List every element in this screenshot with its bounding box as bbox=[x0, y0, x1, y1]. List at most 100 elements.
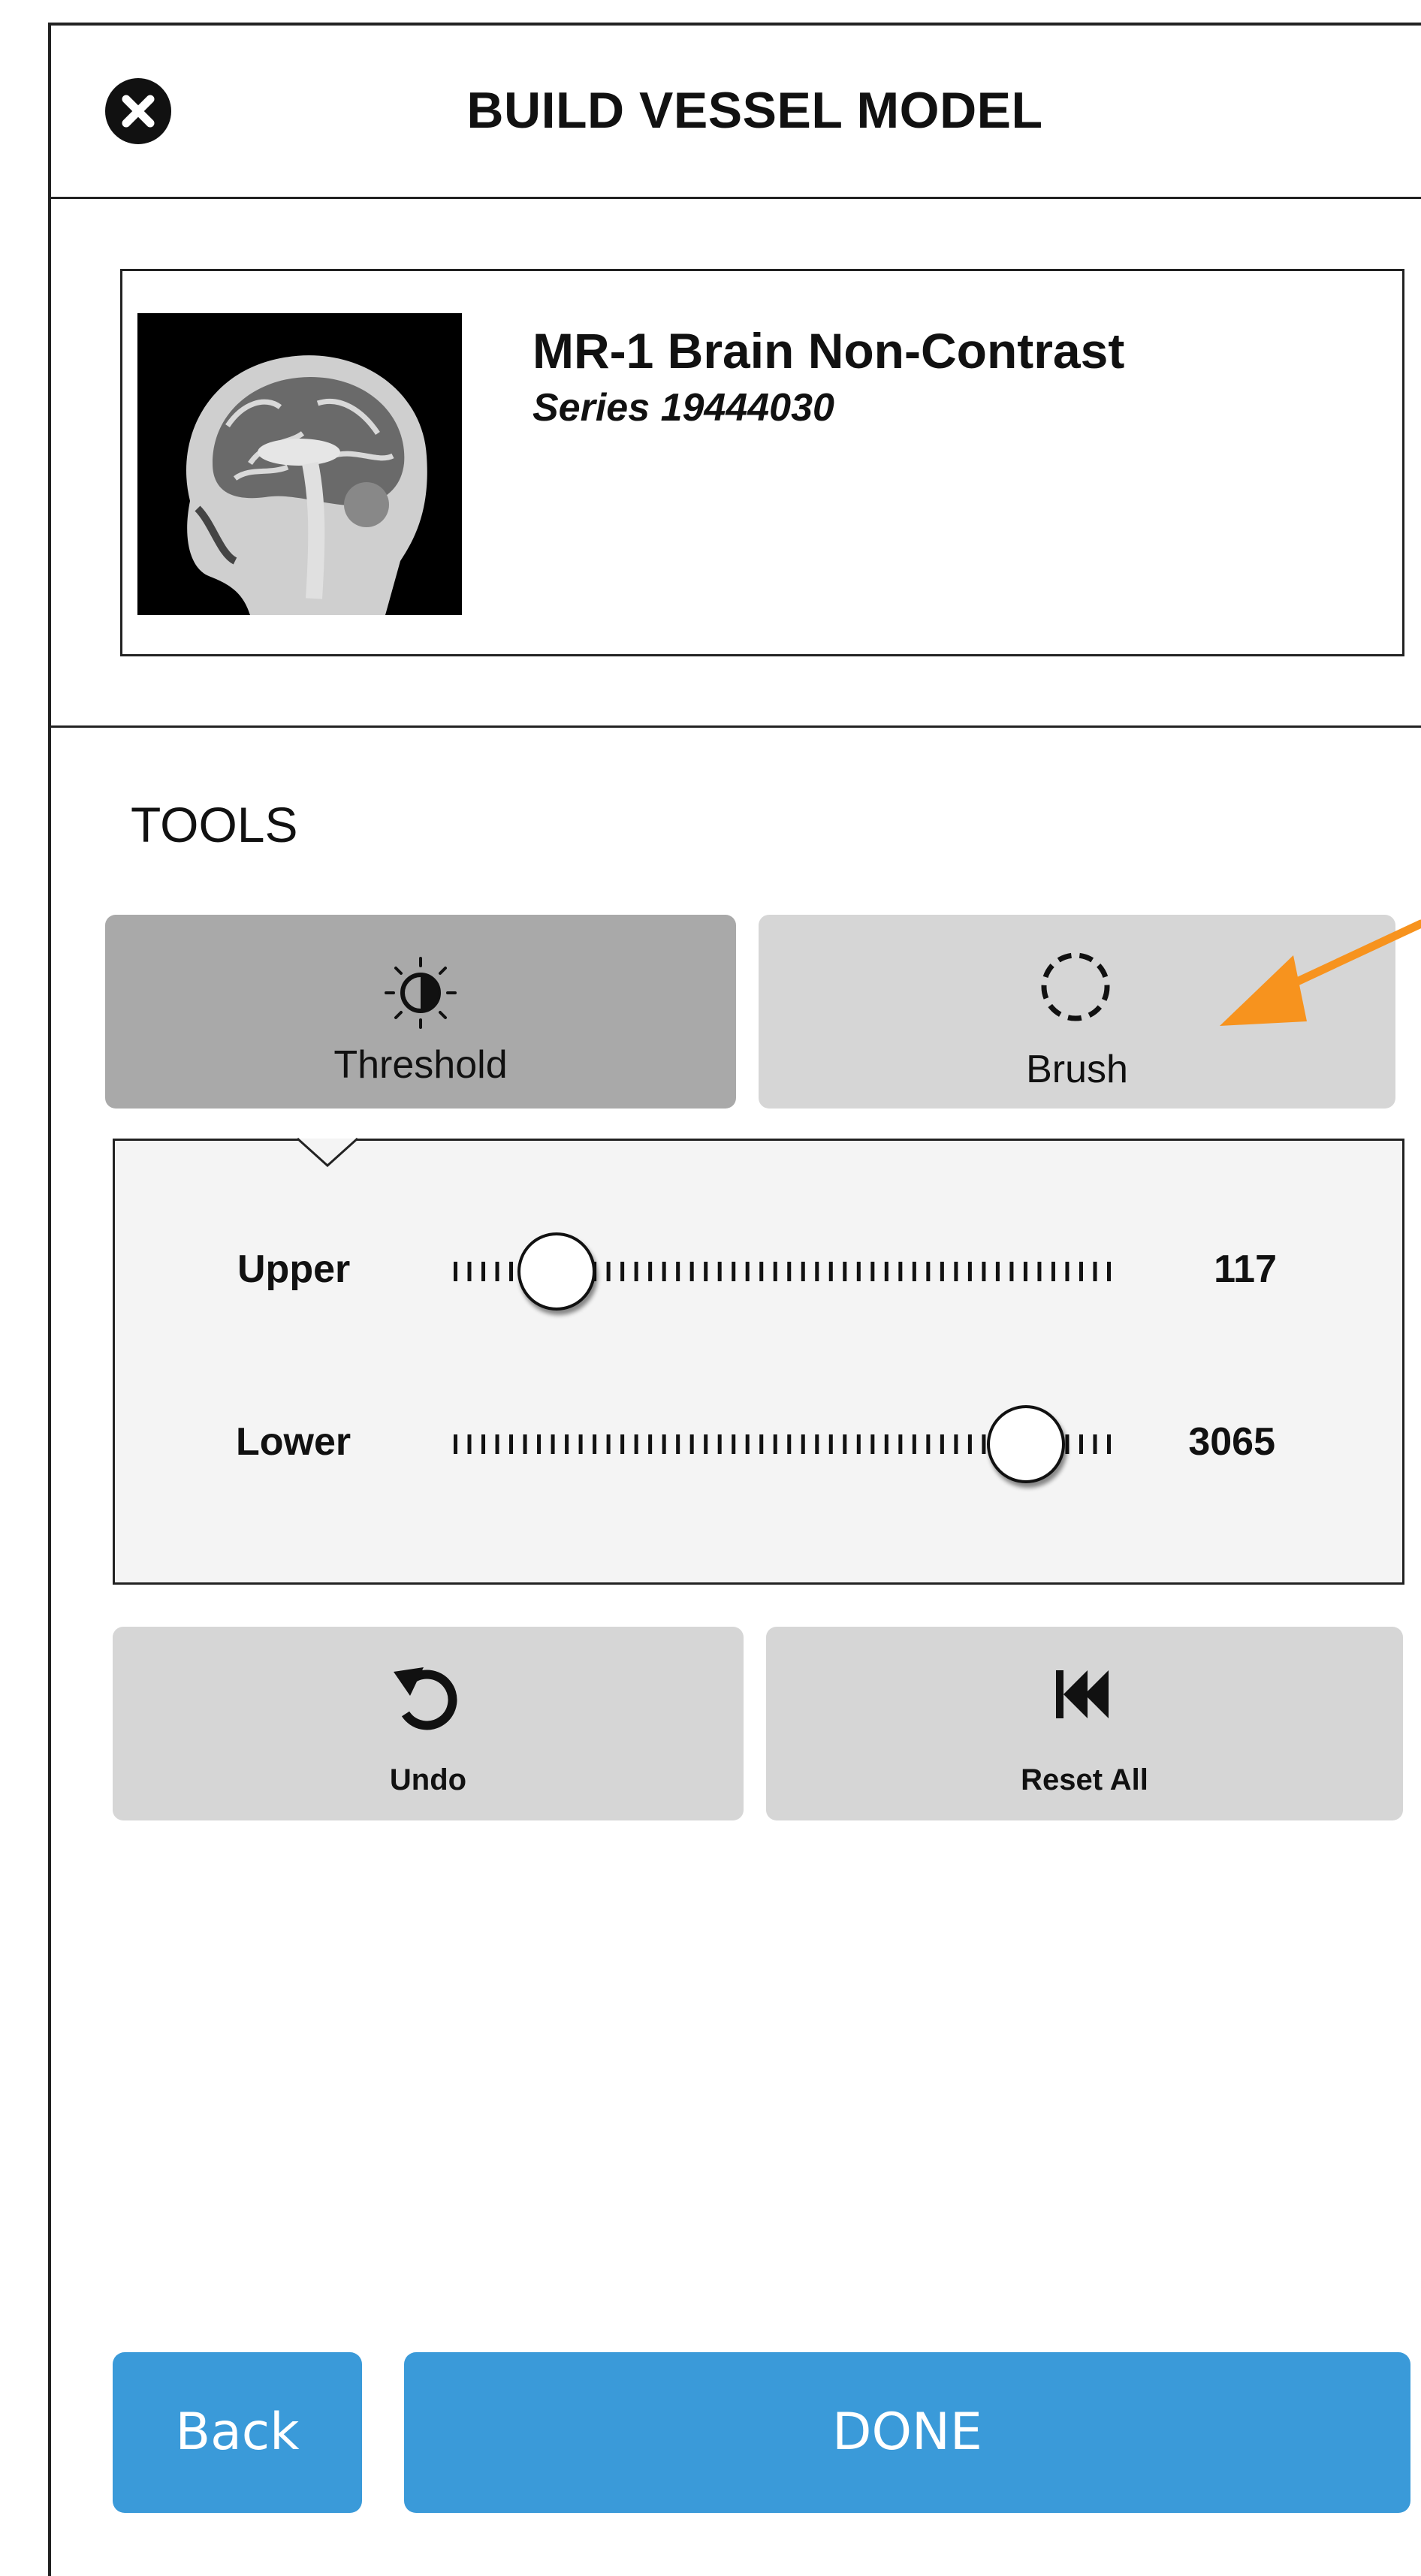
study-title: MR-1 Brain Non-Contrast bbox=[532, 323, 1125, 379]
slider-tick bbox=[926, 1434, 931, 1454]
slider-tick bbox=[1093, 1434, 1097, 1454]
slider-tick bbox=[606, 1262, 611, 1281]
upper-slider-knob[interactable] bbox=[517, 1232, 596, 1311]
slider-tick bbox=[1065, 1434, 1070, 1454]
slider-tick bbox=[967, 1434, 972, 1454]
slider-tick bbox=[509, 1262, 514, 1281]
slider-tick bbox=[481, 1434, 486, 1454]
slider-tick bbox=[717, 1434, 722, 1454]
slider-tick bbox=[689, 1434, 694, 1454]
slider-tick bbox=[926, 1262, 931, 1281]
slider-tick bbox=[620, 1434, 625, 1454]
slider-tick bbox=[982, 1434, 986, 1454]
slider-tick bbox=[1093, 1262, 1097, 1281]
upper-label: Upper bbox=[237, 1247, 351, 1291]
slider-tick bbox=[954, 1262, 958, 1281]
undo-icon bbox=[394, 1667, 457, 1730]
lower-slider-knob[interactable] bbox=[986, 1405, 1065, 1483]
slider-tick bbox=[1107, 1434, 1111, 1454]
slider-tick bbox=[1037, 1262, 1042, 1281]
tools-section-label: TOOLS bbox=[131, 797, 298, 852]
slider-tick bbox=[787, 1262, 792, 1281]
slider-tick bbox=[732, 1262, 736, 1281]
slider-tick bbox=[606, 1434, 611, 1454]
threshold-panel bbox=[113, 1139, 1404, 1585]
slider-tick bbox=[912, 1262, 916, 1281]
dashed-circle-icon bbox=[1041, 952, 1110, 1021]
lower-value: 3065 bbox=[1188, 1420, 1275, 1464]
contrast-icon bbox=[385, 957, 457, 1029]
slider-tick bbox=[982, 1262, 986, 1281]
slider-tick bbox=[954, 1434, 958, 1454]
slider-tick bbox=[662, 1262, 666, 1281]
slider-tick bbox=[898, 1434, 903, 1454]
slider-tick bbox=[843, 1262, 847, 1281]
slider-tick bbox=[870, 1434, 875, 1454]
slider-tick bbox=[870, 1262, 875, 1281]
page-title: BUILD VESSEL MODEL bbox=[466, 82, 1043, 139]
slider-tick bbox=[1107, 1262, 1111, 1281]
slider-tick bbox=[828, 1262, 833, 1281]
header-divider bbox=[48, 197, 1421, 199]
lower-label: Lower bbox=[236, 1420, 351, 1464]
slider-tick bbox=[620, 1262, 625, 1281]
slider-tick bbox=[634, 1262, 638, 1281]
brush-label: Brush bbox=[1026, 1048, 1128, 1091]
threshold-tool-button[interactable]: Threshold bbox=[105, 915, 736, 1109]
slider-tick bbox=[578, 1434, 583, 1454]
study-card: MR-1 Brain Non-Contrast Series 19444030 bbox=[120, 269, 1404, 656]
slider-tick bbox=[662, 1434, 666, 1454]
panel-pointer bbox=[297, 1137, 358, 1167]
slider-tick bbox=[537, 1434, 542, 1454]
slider-tick bbox=[801, 1434, 805, 1454]
upper-value: 117 bbox=[1214, 1247, 1277, 1291]
slider-tick bbox=[676, 1262, 680, 1281]
slider-tick bbox=[773, 1262, 777, 1281]
reset-all-button[interactable]: Reset All bbox=[766, 1627, 1403, 1820]
slider-tick bbox=[898, 1262, 903, 1281]
done-button[interactable]: DONE bbox=[404, 2352, 1410, 2513]
slider-tick bbox=[1079, 1262, 1083, 1281]
slider-tick bbox=[815, 1262, 819, 1281]
slider-tick bbox=[773, 1434, 777, 1454]
undo-button[interactable]: Undo bbox=[113, 1627, 744, 1820]
slider-tick bbox=[565, 1434, 569, 1454]
slider-tick bbox=[828, 1434, 833, 1454]
back-button[interactable]: Back bbox=[113, 2352, 362, 2513]
slider-tick bbox=[759, 1434, 764, 1454]
slider-tick bbox=[801, 1262, 805, 1281]
brain-mri-thumbnail bbox=[137, 313, 462, 615]
slider-tick bbox=[689, 1262, 694, 1281]
section-divider bbox=[48, 725, 1421, 728]
slider-tick bbox=[787, 1434, 792, 1454]
slider-tick bbox=[467, 1262, 472, 1281]
slider-tick bbox=[759, 1262, 764, 1281]
slider-tick bbox=[1009, 1262, 1014, 1281]
slider-tick bbox=[732, 1434, 736, 1454]
slider-tick bbox=[648, 1434, 653, 1454]
slider-tick bbox=[940, 1262, 944, 1281]
slider-tick bbox=[1023, 1262, 1027, 1281]
slider-tick bbox=[1065, 1262, 1070, 1281]
slider-tick bbox=[856, 1262, 861, 1281]
slider-tick bbox=[717, 1262, 722, 1281]
slider-tick bbox=[523, 1434, 527, 1454]
slider-tick bbox=[495, 1434, 499, 1454]
slider-tick bbox=[676, 1434, 680, 1454]
slider-tick bbox=[856, 1434, 861, 1454]
slider-tick bbox=[1079, 1434, 1083, 1454]
slider-tick bbox=[551, 1434, 555, 1454]
slider-tick bbox=[884, 1434, 889, 1454]
study-series: Series 19444030 bbox=[532, 386, 834, 430]
slider-tick bbox=[467, 1434, 472, 1454]
threshold-label: Threshold bbox=[333, 1043, 508, 1087]
annotation-arrow bbox=[1220, 919, 1421, 1026]
undo-label: Undo bbox=[389, 1763, 467, 1796]
slider-tick bbox=[509, 1434, 514, 1454]
slider-tick bbox=[940, 1434, 944, 1454]
slider-tick bbox=[495, 1262, 499, 1281]
slider-tick bbox=[454, 1434, 457, 1454]
slider-tick bbox=[1051, 1262, 1055, 1281]
skip-to-start-icon bbox=[1056, 1670, 1109, 1718]
slider-tick bbox=[481, 1262, 486, 1281]
